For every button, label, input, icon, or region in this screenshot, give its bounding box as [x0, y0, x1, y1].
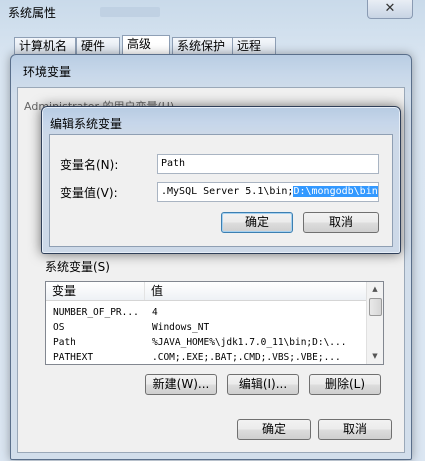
row-value: .COM;.EXE;.BAT;.CMD;.VBS;.VBE;... — [152, 352, 341, 362]
row-value: %JAVA_HOME%\jdk1.7.0_11\bin;D:\... — [152, 337, 347, 348]
edit-button[interactable]: 编辑(I)... — [227, 374, 299, 395]
row-variable: NUMBER_OF_PR... — [53, 307, 139, 318]
window-title: 环境变量 — [23, 65, 72, 79]
row-value: Windows_NT — [152, 322, 210, 333]
vertical-scrollbar[interactable]: ▲ ▼ — [366, 282, 383, 364]
row-variable: Path — [53, 337, 76, 348]
delete-button[interactable]: 删除(L) — [309, 374, 381, 395]
column-header-value[interactable]: 值 — [145, 282, 365, 300]
tab-remote[interactable]: 远程 — [232, 37, 276, 54]
variable-name-field[interactable]: Path — [157, 154, 379, 174]
list-row[interactable]: NUMBER_OF_PR... 4 — [46, 305, 366, 320]
dialog-ok-button[interactable]: 确定 — [221, 212, 293, 233]
dialog-client-area: 变量名(N): Path 变量值(V): .MySQL Server 5.1\b… — [49, 134, 393, 247]
dialog-cancel-button[interactable]: 取消 — [303, 212, 379, 233]
value-selected-text: D:\mongodb\bin — [293, 186, 378, 197]
tab-hardware[interactable]: 硬件 — [76, 37, 120, 54]
tab-system-protection[interactable]: 系统保护 — [172, 37, 234, 54]
variable-value-field[interactable]: .MySQL Server 5.1\bin;D:\mongodb\bin — [157, 182, 379, 202]
variable-name-label: 变量名(N): — [60, 158, 119, 172]
row-variable: OS — [53, 322, 65, 333]
system-variables-list[interactable]: 变量 值 NUMBER_OF_PR... 4 OS Windows_NT Pat… — [45, 281, 384, 365]
scroll-thumb[interactable] — [369, 298, 382, 316]
close-icon[interactable]: ✕ — [367, 0, 413, 19]
list-row[interactable]: Path %JAVA_HOME%\jdk1.7.0_11\bin;D:\... — [46, 335, 366, 350]
list-header: 变量 值 — [46, 282, 366, 301]
variable-value-label: 变量值(V): — [60, 186, 118, 200]
edit-system-variable-dialog: 编辑系统变量 变量名(N): Path 变量值(V): .MySQL Serve… — [41, 106, 401, 254]
list-row[interactable]: PATHEXT .COM;.EXE;.BAT;.CMD;.VBS;.VBE;..… — [46, 350, 366, 362]
blurred-title-text — [100, 7, 160, 17]
ok-button[interactable]: 确定 — [237, 419, 311, 440]
window-title: 系统属性 — [8, 6, 57, 20]
row-value: 4 — [152, 307, 158, 318]
column-header-variable[interactable]: 变量 — [46, 282, 145, 300]
dialog-title: 编辑系统变量 — [50, 117, 123, 131]
cancel-button[interactable]: 取消 — [318, 419, 392, 440]
scroll-up-icon[interactable]: ▲ — [367, 282, 383, 296]
new-button[interactable]: 新建(W)... — [145, 374, 217, 395]
row-variable: PATHEXT — [53, 352, 94, 362]
tab-computer-name[interactable]: 计算机名 — [14, 37, 76, 54]
list-row[interactable]: OS Windows_NT — [46, 320, 366, 335]
scroll-down-icon[interactable]: ▼ — [367, 349, 383, 363]
tab-advanced[interactable]: 高级 — [122, 35, 170, 55]
system-variables-label: 系统变量(S) — [45, 260, 110, 274]
value-text: .MySQL Server 5.1\bin; — [161, 186, 294, 197]
